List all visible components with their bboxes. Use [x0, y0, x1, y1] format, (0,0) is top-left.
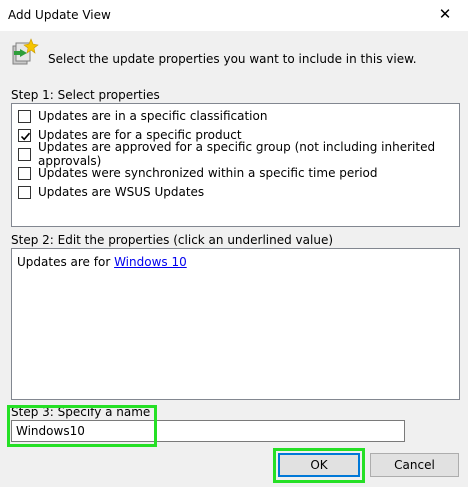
window-title: Add Update View	[8, 8, 111, 22]
checkbox-checked[interactable]	[18, 128, 31, 142]
update-view-icon	[11, 38, 39, 66]
step1-label: Step 1: Select properties	[11, 88, 160, 102]
checkbox[interactable]	[18, 185, 31, 199]
option-label: Updates are WSUS Updates	[38, 185, 205, 199]
option-label: Updates are in a specific classification	[38, 109, 268, 123]
option-classification[interactable]: Updates are in a specific classification	[18, 107, 267, 125]
checkbox[interactable]	[18, 109, 31, 123]
step3-label: Step 3: Specify a name	[11, 405, 151, 419]
option-group[interactable]: Updates are approved for a specific grou…	[18, 140, 459, 168]
title-bar: Add Update View ✕	[0, 0, 468, 31]
property-prefix: Updates are for	[17, 255, 111, 269]
cancel-button[interactable]: Cancel	[370, 453, 459, 477]
step2-label: Step 2: Edit the properties (click an un…	[11, 233, 334, 247]
properties-editor: Updates are for Windows 10	[11, 248, 460, 400]
property-sentence: Updates are for Windows 10	[17, 255, 187, 269]
option-wsus[interactable]: Updates are WSUS Updates	[18, 183, 204, 201]
checkbox[interactable]	[18, 166, 31, 180]
properties-list: Updates are in a specific classification…	[11, 103, 460, 227]
option-label: Updates were synchronized within a speci…	[38, 166, 378, 180]
intro-text: Select the update properties you want to…	[48, 52, 417, 66]
checkbox[interactable]	[18, 147, 31, 161]
product-value-link[interactable]: Windows 10	[114, 255, 187, 269]
close-icon[interactable]: ✕	[434, 3, 456, 25]
checkmark-icon	[20, 132, 31, 140]
ok-button[interactable]: OK	[278, 453, 360, 477]
view-name-input[interactable]	[11, 420, 405, 442]
option-time-period[interactable]: Updates were synchronized within a speci…	[18, 164, 378, 182]
